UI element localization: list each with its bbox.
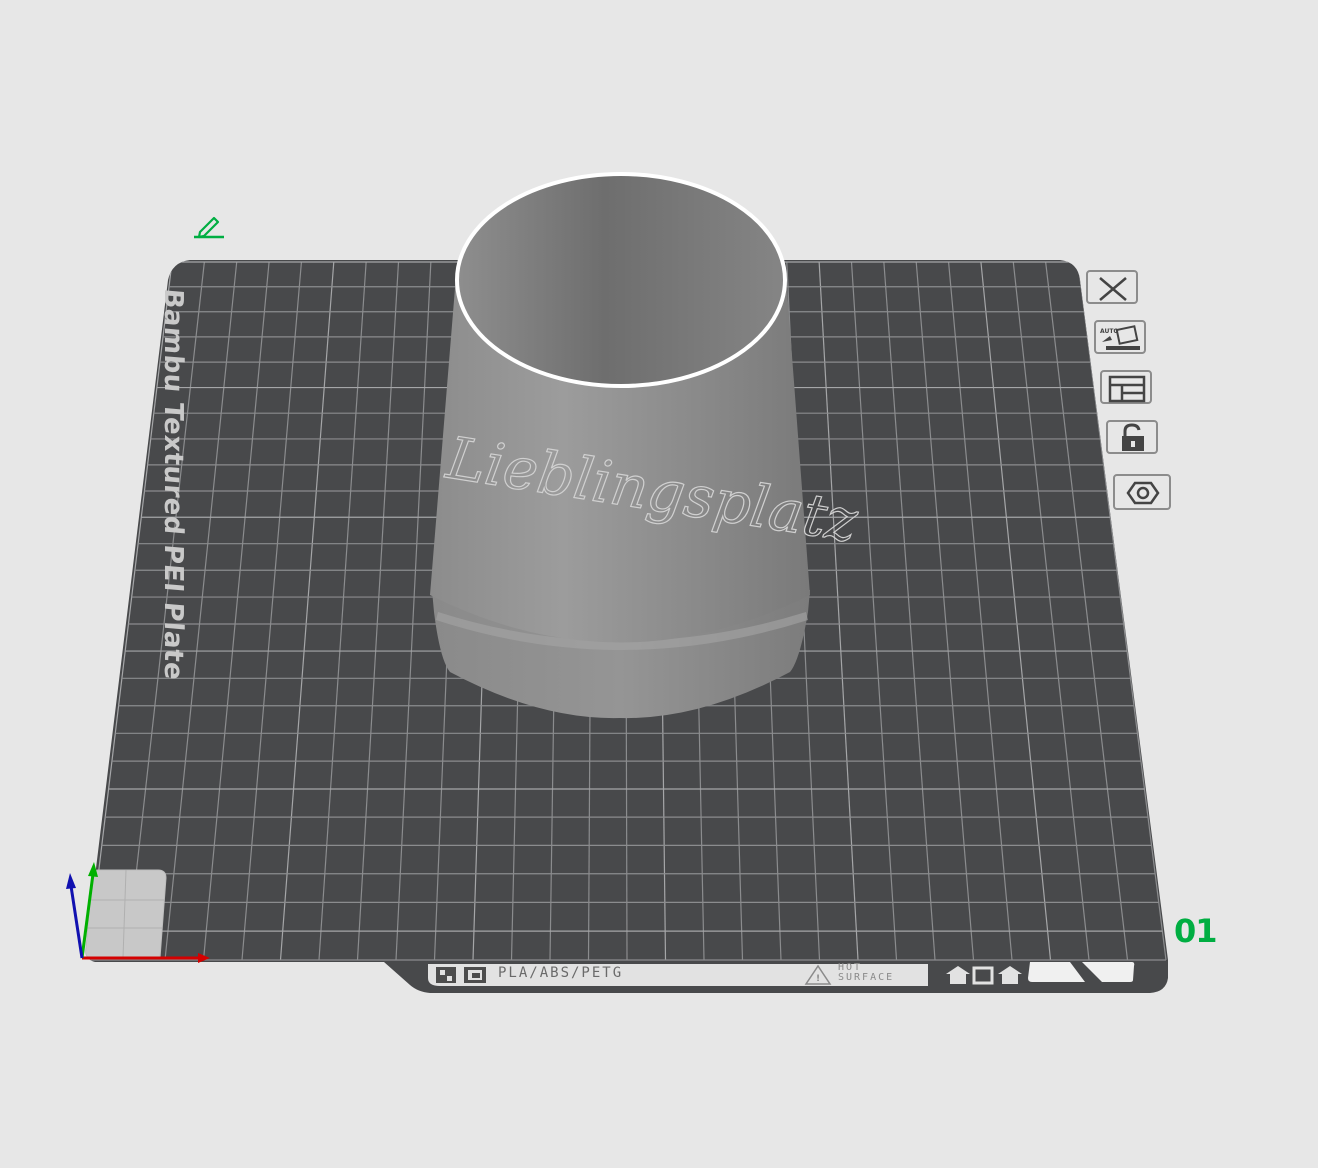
- material-label: PLA/ABS/PETG: [498, 965, 624, 981]
- svg-text:AUTO: AUTO: [1100, 328, 1119, 335]
- auto-orient-button[interactable]: AUTO: [1094, 320, 1146, 354]
- origin-zone: [85, 869, 167, 959]
- close-icon: [1099, 277, 1127, 301]
- arrange-button[interactable]: [1100, 370, 1152, 404]
- hexagon-settings-icon: [1126, 481, 1160, 505]
- plate-settings-button[interactable]: [1113, 474, 1171, 510]
- svg-text:!: !: [816, 974, 820, 984]
- lock-plate-button[interactable]: [1106, 420, 1158, 454]
- 3d-viewport[interactable]: ! Lieblingsplatz: [0, 0, 1318, 1168]
- surface-word: SURFACE: [838, 972, 895, 983]
- arrange-icon: [1108, 375, 1146, 403]
- edit-plate-name-icon[interactable]: [192, 214, 228, 240]
- hot-surface-warning: HOT SURFACE: [838, 963, 894, 983]
- auto-orient-icon: AUTO: [1100, 325, 1140, 350]
- delete-plate-button[interactable]: [1086, 270, 1138, 304]
- plate-number: 01: [1174, 912, 1218, 950]
- unlock-icon: [1122, 423, 1144, 451]
- plate-type-label: Bambu Textured PEI Plate: [158, 287, 188, 682]
